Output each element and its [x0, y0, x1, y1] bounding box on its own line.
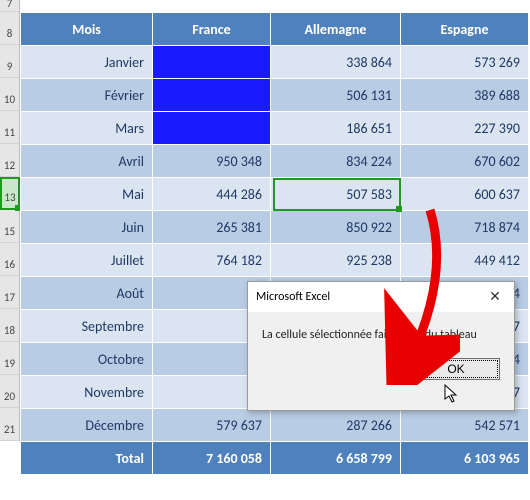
- cell-france[interactable]: 643 987: [153, 112, 271, 145]
- cell-allemagne[interactable]: 287 266: [271, 409, 401, 442]
- header-row: Mois France Allemagne Espagne: [21, 13, 529, 46]
- table-row: Janvier 454 872 338 864 573 269: [21, 46, 529, 79]
- dialog-message: La cellule sélectionnée fait partie du t…: [248, 312, 514, 348]
- cell-mois[interactable]: Décembre: [21, 409, 153, 442]
- cell-mois[interactable]: Septembre: [21, 310, 153, 343]
- dialog-buttons: OK: [248, 348, 514, 394]
- cell-allemagne[interactable]: 506 131: [271, 79, 401, 112]
- cell-mois[interactable]: Octobre: [21, 343, 153, 376]
- row-header[interactable]: 19: [0, 342, 20, 375]
- cell-espagne[interactable]: 389 688: [401, 79, 529, 112]
- row-header[interactable]: 16: [0, 243, 20, 276]
- table-row: Décembre 579 637 287 266 542 571: [21, 409, 529, 442]
- row-header[interactable]: 11: [0, 111, 20, 144]
- cell-mois[interactable]: Février: [21, 79, 153, 112]
- dialog-titlebar[interactable]: Microsoft Excel ✕: [248, 282, 514, 312]
- col-header-france[interactable]: France: [153, 13, 271, 46]
- cell-allemagne[interactable]: 186 651: [271, 112, 401, 145]
- dialog-title: Microsoft Excel: [256, 290, 330, 304]
- total-allemagne[interactable]: 6 658 799: [271, 442, 401, 475]
- cell-allemagne-selected[interactable]: 507 583: [271, 178, 401, 211]
- cell-france[interactable]: 265 381: [153, 211, 271, 244]
- cell-mois[interactable]: Mars: [21, 112, 153, 145]
- cell-mois[interactable]: Janvier: [21, 46, 153, 79]
- cell-france[interactable]: 579 637: [153, 409, 271, 442]
- row-header[interactable]: 14: [0, 177, 20, 210]
- cell-france[interactable]: 454 872: [153, 46, 271, 79]
- row-header[interactable]: 15: [0, 210, 20, 243]
- table-row: Février 352 351 506 131 389 688: [21, 79, 529, 112]
- table-row: Mars 643 987 186 651 227 390: [21, 112, 529, 145]
- close-icon[interactable]: ✕: [484, 288, 506, 306]
- row-header[interactable]: 17: [0, 276, 20, 309]
- total-label[interactable]: Total: [21, 442, 153, 475]
- cell-mois[interactable]: Mai: [21, 178, 153, 211]
- table-row: Juin 265 381 850 922 718 874: [21, 211, 529, 244]
- cell-espagne[interactable]: 227 390: [401, 112, 529, 145]
- total-row: Total 7 160 058 6 658 799 6 103 965: [21, 442, 529, 475]
- row-header[interactable]: 21: [0, 408, 20, 441]
- row-headers: 7 8 9 10 11 12 13 14 15 16 17 18 19 20 2…: [0, 0, 20, 441]
- cell-france[interactable]: 764 182: [153, 244, 271, 277]
- cell-espagne[interactable]: 600 637: [401, 178, 529, 211]
- row-header[interactable]: 20: [0, 375, 20, 408]
- cell-espagne[interactable]: 542 571: [401, 409, 529, 442]
- cell-france[interactable]: 444 286: [153, 178, 271, 211]
- col-header-espagne[interactable]: Espagne: [401, 13, 529, 46]
- cell-mois[interactable]: Novembre: [21, 376, 153, 409]
- cell-espagne[interactable]: 449 412: [401, 244, 529, 277]
- cell-mois[interactable]: Avril: [21, 145, 153, 178]
- cell-espagne[interactable]: 670 602: [401, 145, 529, 178]
- row-header[interactable]: 8: [0, 12, 20, 45]
- col-header-mois[interactable]: Mois: [21, 13, 153, 46]
- ok-button[interactable]: OK: [412, 358, 500, 380]
- row-header[interactable]: 12: [0, 144, 20, 177]
- cell-espagne[interactable]: 573 269: [401, 46, 529, 79]
- table-row: Avril 950 348 834 224 670 602: [21, 145, 529, 178]
- cell-france[interactable]: 950 348: [153, 145, 271, 178]
- row-header[interactable]: 10: [0, 78, 20, 111]
- cell-allemagne[interactable]: 338 864: [271, 46, 401, 79]
- table-row: Juillet 764 182 925 238 449 412: [21, 244, 529, 277]
- total-france[interactable]: 7 160 058: [153, 442, 271, 475]
- message-dialog: Microsoft Excel ✕ La cellule sélectionné…: [247, 281, 515, 411]
- row-header[interactable]: 9: [0, 45, 20, 78]
- col-header-allemagne[interactable]: Allemagne: [271, 13, 401, 46]
- table-row: Mai 444 286 507 583 600 637: [21, 178, 529, 211]
- cell-espagne[interactable]: 718 874: [401, 211, 529, 244]
- row-header[interactable]: 7: [0, 0, 20, 12]
- cell-mois[interactable]: Juin: [21, 211, 153, 244]
- cell-france[interactable]: 352 351: [153, 79, 271, 112]
- row-header[interactable]: 18: [0, 309, 20, 342]
- cell-mois[interactable]: Juillet: [21, 244, 153, 277]
- cell-allemagne[interactable]: 925 238: [271, 244, 401, 277]
- cell-mois[interactable]: Août: [21, 277, 153, 310]
- cell-allemagne[interactable]: 850 922: [271, 211, 401, 244]
- cell-allemagne[interactable]: 834 224: [271, 145, 401, 178]
- total-espagne[interactable]: 6 103 965: [401, 442, 529, 475]
